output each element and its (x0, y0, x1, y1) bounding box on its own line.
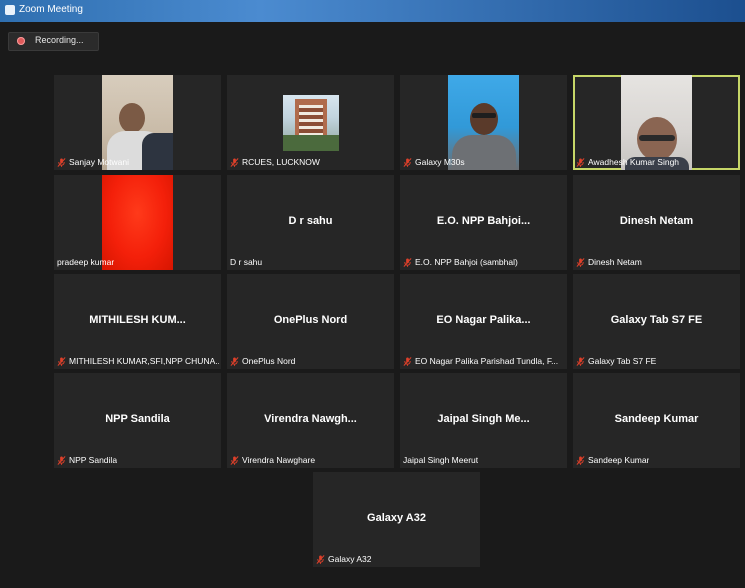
mic-muted-icon (316, 554, 325, 564)
participant-name-label: Jaipal Singh Meerut (403, 455, 479, 465)
participant-name-label: Virendra Nawghare (242, 455, 316, 465)
participant-caption: pradeep kumar (57, 257, 114, 267)
mic-muted-icon (403, 257, 412, 267)
participant-display-name: NPP Sandila (105, 413, 170, 425)
participant-display-name: Sandeep Kumar (614, 413, 699, 425)
participant-name-label: Galaxy Tab S7 FE (588, 356, 657, 366)
participant-name-label: RCUES, LUCKNOW (242, 157, 320, 167)
participant-display-name: EO Nagar Palika... (436, 314, 531, 326)
participant-video (102, 75, 173, 170)
participant-tile[interactable]: OnePlus Nord OnePlus Nord (227, 274, 394, 369)
mic-muted-icon (57, 455, 66, 465)
participant-caption: Galaxy A32 (316, 554, 371, 564)
participant-tile[interactable]: Galaxy Tab S7 FE Galaxy Tab S7 FE (573, 274, 740, 369)
building-trees (283, 135, 339, 151)
mic-muted-icon (230, 356, 239, 366)
mic-muted-icon (403, 157, 412, 167)
participant-name-label: NPP Sandila (69, 455, 118, 465)
participant-video (283, 95, 339, 151)
participant-tile[interactable]: pradeep kumar (54, 175, 221, 270)
participant-tile[interactable]: Awadhesh Kumar Singh (573, 75, 740, 170)
participant-name-label: E.O. NPP Bahjoi (sambhal) (415, 257, 518, 267)
participant-caption: OnePlus Nord (230, 356, 295, 366)
participant-display-name: Galaxy Tab S7 FE (610, 314, 703, 326)
participant-tile[interactable]: Sandeep Kumar Sandeep Kumar (573, 373, 740, 468)
participant-tile[interactable]: D r sahu D r sahu (227, 175, 394, 270)
participant-caption: E.O. NPP Bahjoi (sambhal) (403, 257, 518, 267)
participant-tile[interactable]: Sanjay Motwani (54, 75, 221, 170)
participant-display-name: MITHILESH KUM... (89, 314, 186, 326)
participant-caption: Jaipal Singh Meerut (403, 455, 478, 465)
participant-tile[interactable]: Virendra Nawgh... Virendra Nawghare (227, 373, 394, 468)
participant-caption: EO Nagar Palika Parishad Tundla, F... (403, 356, 558, 366)
participant-display-name: Virendra Nawgh... (264, 413, 357, 425)
recording-indicator[interactable]: Recording... (8, 32, 99, 51)
mic-muted-icon (57, 356, 66, 366)
participant-caption: Dinesh Netam (576, 257, 642, 267)
participant-glasses (639, 135, 675, 141)
participant-video (448, 75, 519, 170)
mic-muted-icon (576, 157, 585, 167)
participant-tile[interactable]: Dinesh Netam Dinesh Netam (573, 175, 740, 270)
participant-name-label: Awadhesh Kumar Singh (588, 157, 680, 167)
participant-caption: MITHILESH KUMAR,SFI,NPP CHUNA... (57, 356, 219, 366)
mic-muted-icon (576, 455, 585, 465)
participant-name-label: Galaxy A32 (328, 554, 372, 564)
participant-tile[interactable]: MITHILESH KUM... MITHILESH KUMAR,SFI,NPP … (54, 274, 221, 369)
mic-muted-icon (403, 356, 412, 366)
participant-caption: Awadhesh Kumar Singh (576, 157, 679, 167)
participant-caption: D r sahu (230, 257, 262, 267)
recording-label: Recording... (35, 35, 84, 45)
participant-display-name: E.O. NPP Bahjoi... (436, 215, 531, 227)
participant-name-label: pradeep kumar (57, 257, 115, 267)
participant-head (119, 103, 145, 133)
participant-name-label: MITHILESH KUMAR,SFI,NPP CHUNA... (69, 356, 219, 366)
participant-name-label: Dinesh Netam (588, 257, 642, 267)
participant-name-label: OnePlus Nord (242, 356, 296, 366)
participant-caption: Galaxy M30s (403, 157, 465, 167)
participant-caption: NPP Sandila (57, 455, 117, 465)
mic-muted-icon (230, 157, 239, 167)
mic-muted-icon (576, 356, 585, 366)
mic-muted-icon (230, 455, 239, 465)
participant-name-label: Sandeep Kumar (588, 455, 650, 465)
participant-tile[interactable]: RCUES, LUCKNOW (227, 75, 394, 170)
participant-display-name: Dinesh Netam (619, 215, 694, 227)
record-dot-icon (17, 37, 25, 45)
participant-caption: Virendra Nawghare (230, 455, 315, 465)
participant-caption: Sandeep Kumar (576, 455, 649, 465)
participant-display-name: D r sahu (288, 215, 333, 227)
participant-caption: RCUES, LUCKNOW (230, 157, 320, 167)
participant-name-label: EO Nagar Palika Parishad Tundla, F... (415, 356, 559, 366)
participant-video (102, 175, 173, 270)
participant-tile[interactable]: E.O. NPP Bahjoi... E.O. NPP Bahjoi (sambh… (400, 175, 567, 270)
participant-tile[interactable]: EO Nagar Palika... EO Nagar Palika Parish… (400, 274, 567, 369)
mic-muted-icon (576, 257, 585, 267)
participant-display-name: Galaxy A32 (367, 512, 426, 524)
mic-muted-icon (57, 157, 66, 167)
participant-video (621, 75, 692, 170)
participant-tile[interactable]: Galaxy M30s (400, 75, 567, 170)
participant-head (470, 103, 498, 135)
window-titlebar: Zoom Meeting (0, 0, 745, 22)
participant-glasses (472, 113, 496, 118)
participant-tile[interactable]: NPP Sandila NPP Sandila (54, 373, 221, 468)
participant-tile[interactable]: Jaipal Singh Me... Jaipal Singh Meerut (400, 373, 567, 468)
building-windows (299, 105, 323, 139)
participant-caption: Sanjay Motwani (57, 157, 129, 167)
participant-display-name: OnePlus Nord (273, 314, 348, 326)
participant-tile[interactable]: Galaxy A32 Galaxy A32 (313, 472, 480, 567)
window-title: Zoom Meeting (19, 4, 83, 15)
participant-name-label: Sanjay Motwani (69, 157, 130, 167)
zoom-app-icon (5, 5, 15, 15)
participant-display-name: Jaipal Singh Me... (437, 413, 530, 425)
participant-name-label: Galaxy M30s (415, 157, 465, 167)
participant-caption: Galaxy Tab S7 FE (576, 356, 656, 366)
participant-jacket (142, 133, 173, 170)
participant-name-label: D r sahu (230, 257, 263, 267)
